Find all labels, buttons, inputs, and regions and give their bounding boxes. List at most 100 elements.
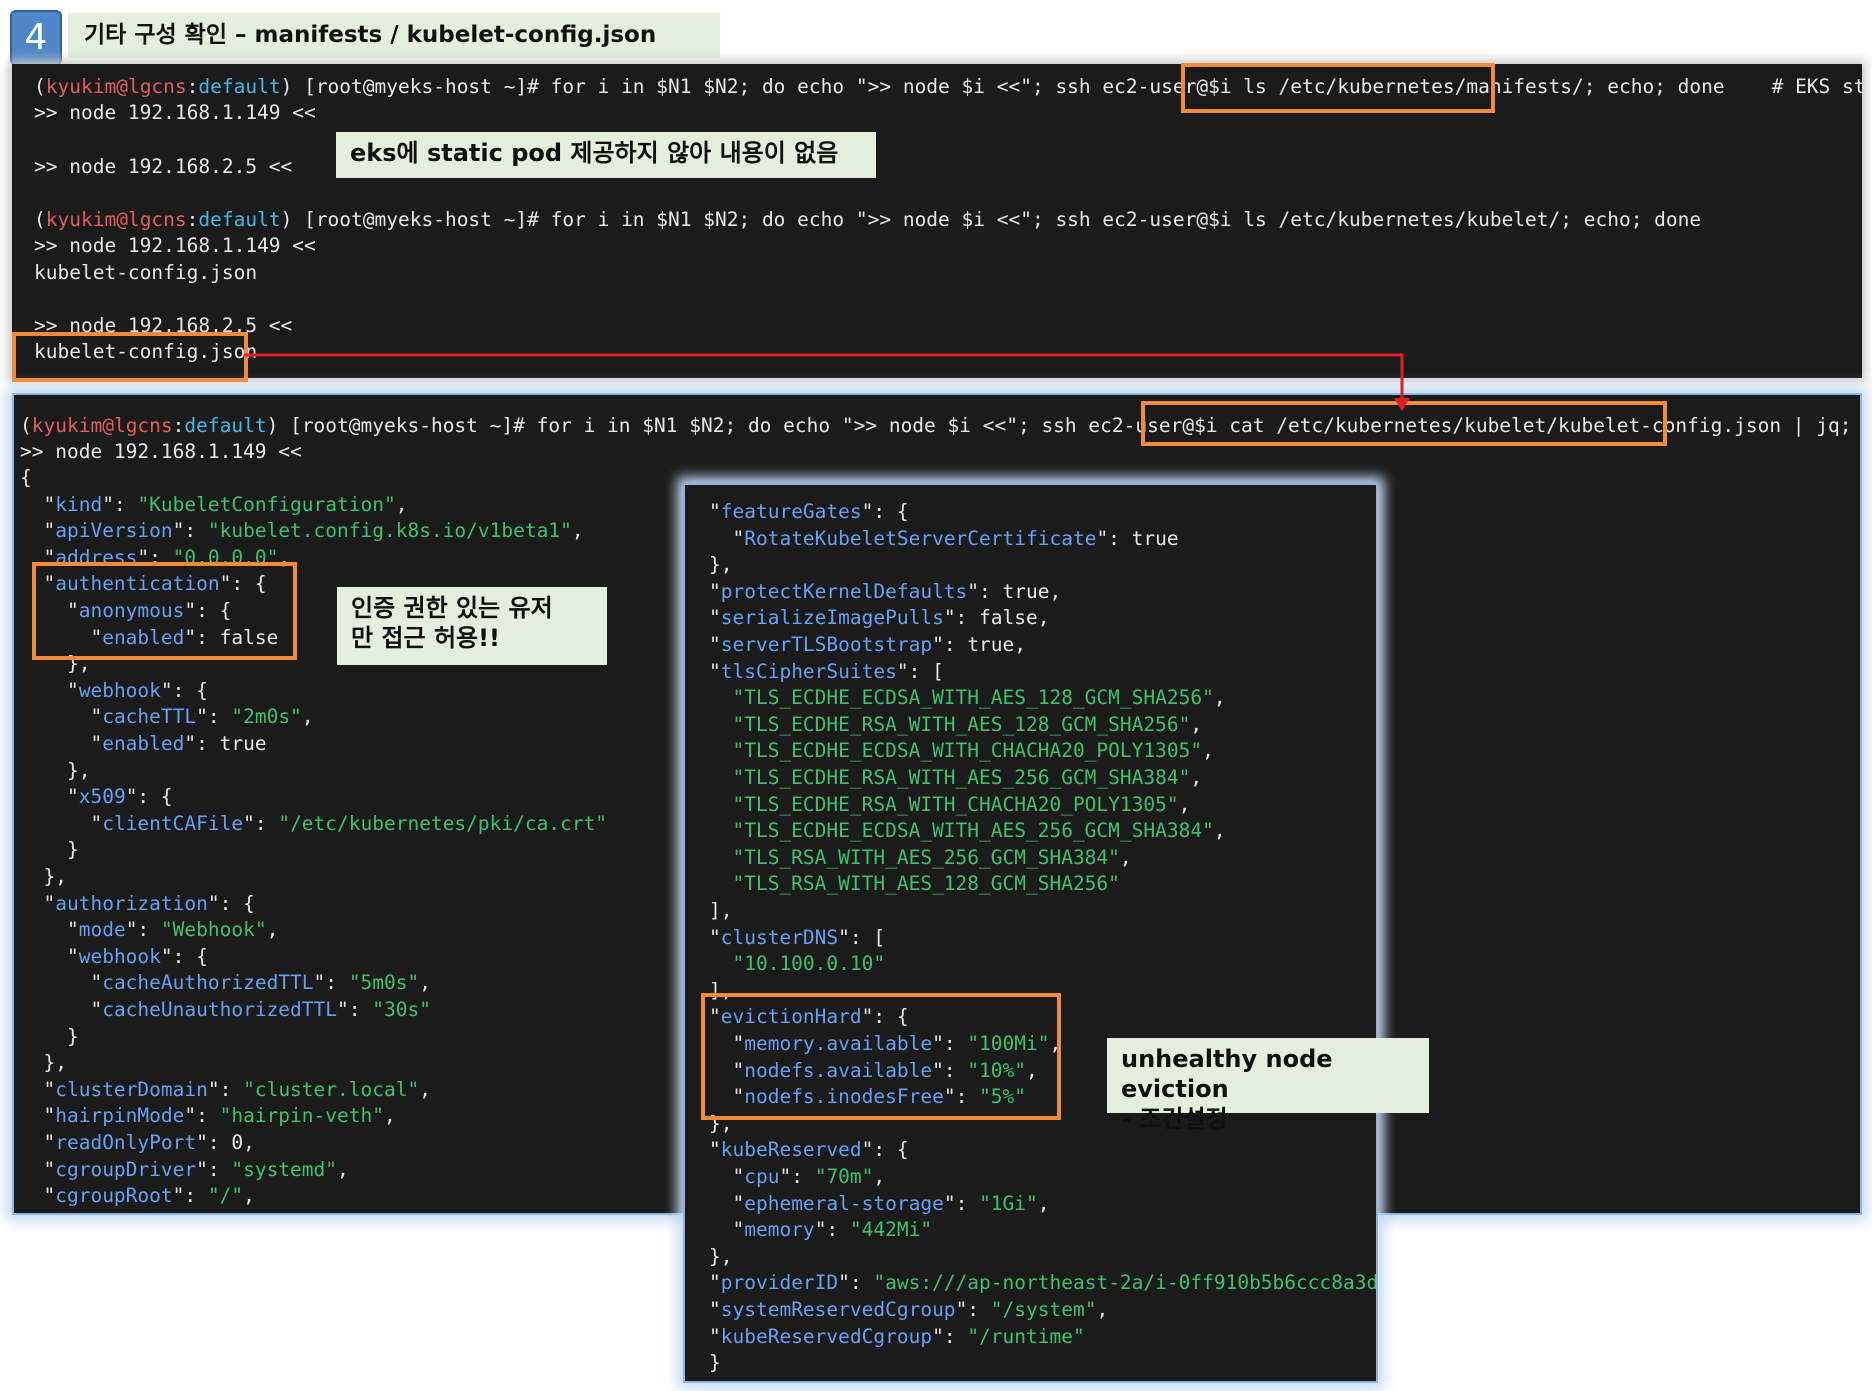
json-key: serializeImagePulls [720,606,944,630]
json-value: { [896,1005,909,1029]
json-key: x509 [78,785,126,809]
json-line: } [20,837,79,863]
json-value: "70m" [814,1165,874,1188]
json-value: true, [967,633,1027,656]
json-punct: , [1026,1058,1038,1082]
json-line: "cacheAuthorizedTTL": "5m0s", [90,971,431,995]
json-value: "kubelet.config.k8s.io/v1beta1" [207,519,572,543]
node-header: >> node 192.168.1.149 << [34,101,316,124]
json-punct: , [1190,766,1203,789]
json-key: serverTLSBootstrap [720,633,933,656]
step-number-badge: 4 [10,10,62,66]
json-punct: , [383,1104,396,1128]
json-punct: }, [43,1051,67,1075]
json-line: "enabled": true [90,732,267,755]
json-key: webhook [78,678,161,702]
json-punct: }, [709,1111,733,1135]
json-line: "TLS_ECDHE_ECDSA_WITH_AES_128_GCM_SHA256… [709,685,1226,711]
json-key: apiVersion [55,519,173,543]
node-header: >> node 192.168.2.5 << [34,314,293,337]
json-punct: , [1119,845,1132,869]
json-line: "cpu": "70m", [732,1165,886,1188]
json-value: { [219,599,232,622]
output-file: kubelet-config.json [34,261,258,284]
json-key: systemReservedCgroup [720,1298,956,1321]
note-line: - 조건설정 [1121,1105,1228,1133]
json-punct: , [1202,739,1214,763]
json-punct: , [1178,792,1191,816]
json-punct: , [395,492,408,516]
json-value: { [243,891,255,915]
json-punct: , [266,918,279,942]
json-value: [ [873,925,886,949]
json-line: "nodefs.available": "10%", [732,1058,1038,1082]
json-key: protectKernelDefaults [720,579,968,603]
command-text: for i in $N1 $N2; do echo ">> node $i <<… [550,208,1702,231]
note-line: 인증 권한 있는 유저 [351,594,553,622]
json-line: "tlsCipherSuites": [ [709,659,944,683]
json-key: clusterDNS [720,925,839,949]
json-value: "TLS_ECDHE_ECDSA_WITH_AES_128_GCM_SHA256… [732,686,1214,710]
json-value: "10%" [967,1058,1027,1082]
json-key: cgroupRoot [55,1184,173,1208]
json-punct: , [1213,686,1226,710]
json-key: authentication [55,572,220,596]
json-line: { [20,465,32,491]
json-line: "clusterDomain": "cluster.local", [43,1077,431,1101]
json-value: false [219,625,279,649]
json-line: ], [709,898,732,924]
json-line: "providerID": "aws:///ap-northeast-2a/i-… [709,1270,1376,1296]
json-line: "featureGates": { [709,500,909,523]
json-key: kubeReservedCgroup [720,1324,933,1348]
json-line: "TLS_ECDHE_ECDSA_WITH_CHACHA20_POLY1305"… [709,738,1214,764]
json-key: RotateKubeletServerCertificate [744,526,1097,550]
json-key: cpu [744,1165,780,1188]
json-line: "TLS_ECDHE_ECDSA_WITH_AES_256_GCM_SHA384… [709,818,1225,844]
node-header: >> node 192.168.1.149 << [20,440,302,463]
json-line: "memory": "442Mi" [732,1218,933,1242]
json-value: "TLS_ECDHE_ECDSA_WITH_AES_256_GCM_SHA384… [732,819,1214,843]
json-line: "TLS_RSA_WITH_AES_256_GCM_SHA384", [709,845,1132,871]
json-line: "cacheUnauthorizedTTL": "30s" [90,998,431,1021]
json-value: "TLS_ECDHE_RSA_WITH_CHACHA20_POLY1305" [732,792,1179,816]
json-line: "authentication": { [43,572,267,596]
json-line: "nodefs.inodesFree": "5%" [732,1085,1027,1109]
step-title: 기타 구성 확인 – manifests / kubelet-config.js… [68,13,720,58]
json-value: "/runtime" [967,1324,1085,1348]
json-line: }, [20,1050,67,1076]
json-line: "clientCAFile": "/etc/kubernetes/pki/ca.… [90,811,608,835]
json-value: "TLS_RSA_WITH_AES_128_GCM_SHA256" [732,872,1120,896]
json-value: "5%" [979,1085,1027,1109]
json-line: "evictionHard": { [709,1005,909,1029]
json-punct: }, [66,758,91,782]
json-line: "clusterDNS": [ [709,925,886,949]
note-no-static-pod: eks에 static pod 제공하지 않아 내용이 없음 [336,132,876,178]
json-key: hairpinMode [55,1104,185,1128]
json-value: { [896,1138,909,1162]
json-line: "ephemeral-storage": "1Gi", [732,1191,1050,1215]
json-key: ephemeral-storage [744,1191,944,1215]
json-punct: } [709,1351,721,1375]
json-punct: { [20,466,32,489]
json-punct: , [1096,1298,1109,1321]
json-value: "10.100.0.10" [732,952,886,976]
json-key: mode [78,918,126,942]
json-value: { [896,500,909,523]
terminal-ls-output: (kyukim@lgcns:default) [root@myeks-host … [12,64,1862,378]
json-value: { [196,944,208,968]
json-punct: }, [43,865,67,888]
json-line: "readOnlyPort": 0, [43,1131,255,1154]
json-punct: , [301,705,314,729]
json-value: "1Gi" [979,1191,1038,1215]
json-line: } [20,1024,79,1050]
json-line: "cgroupDriver": "systemd", [43,1157,349,1181]
json-line: "x509": { [66,785,173,809]
json-line: "cacheTTL": "2m0s", [90,705,314,729]
json-punct: , [337,1157,349,1181]
json-line: "webhook": { [66,678,208,702]
node-header: >> node 192.168.1.149 << [34,234,316,257]
json-line: "TLS_ECDHE_RSA_WITH_AES_256_GCM_SHA384", [709,765,1202,791]
json-line: }, [20,758,90,784]
json-punct: }, [66,652,91,676]
json-punct: }, [709,553,733,577]
